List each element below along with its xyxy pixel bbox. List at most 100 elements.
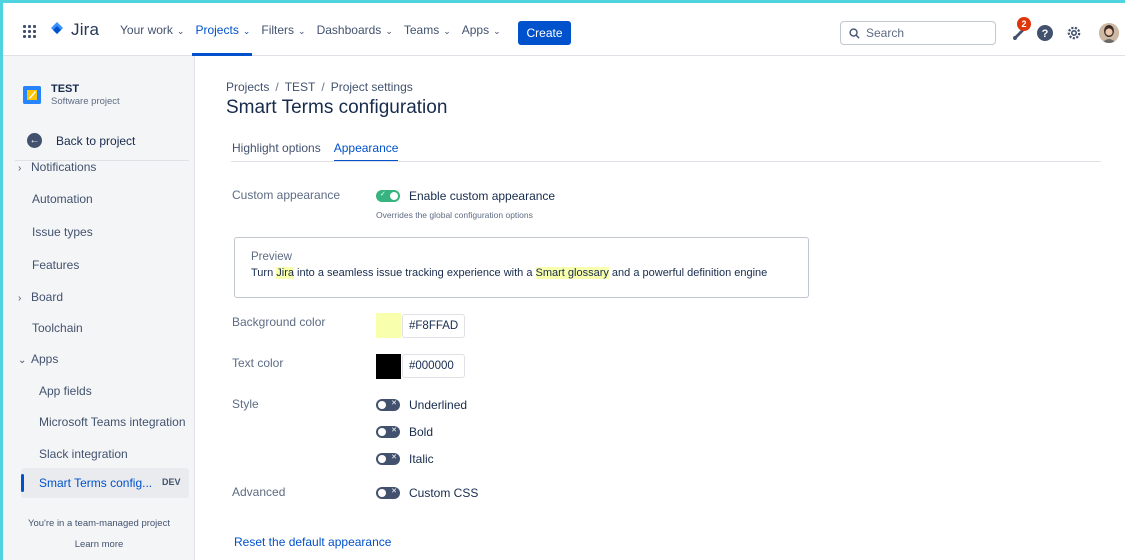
sidebar-item-teams-integration[interactable]: Microsoft Teams integration — [39, 415, 186, 429]
arrow-left-icon: ← — [27, 133, 42, 148]
close-icon: ✕ — [391, 454, 397, 461]
preview-text-part: into a seamless issue tracking experienc… — [294, 267, 536, 279]
nav-teams[interactable]: Teams ⌄ — [404, 23, 451, 37]
nav-label: Projects — [195, 23, 239, 37]
text-color-label: Text color — [232, 356, 284, 370]
chevron-down-icon: ⌄ — [18, 355, 27, 366]
highlighted-term: Smart glossary — [535, 267, 609, 279]
jira-logo[interactable]: Jira — [49, 20, 99, 40]
project-name: TEST — [51, 83, 80, 95]
sidebar-item-label: Toolchain — [32, 321, 83, 335]
preview-text-part: Turn — [251, 267, 277, 279]
preview-label: Preview — [251, 251, 292, 263]
tab-bar: Highlight options Appearance — [232, 141, 399, 162]
custom-appearance-option: ✓ Enable custom appearance — [376, 189, 555, 203]
primary-nav: Your work ⌄ Projects ⌄ Filters ⌄ Dashboards… — [120, 23, 512, 37]
settings-button[interactable] — [1064, 23, 1084, 43]
italic-toggle[interactable]: ✕ — [376, 453, 400, 465]
breadcrumb: Projects / TEST / Project settings — [226, 80, 413, 94]
custom-appearance-help: Overrides the global configuration optio… — [376, 210, 533, 220]
chevron-down-icon: ⌄ — [176, 25, 185, 36]
sidebar-item-issue-types[interactable]: Issue types — [32, 225, 93, 239]
notifications-button[interactable]: 2 — [1009, 17, 1031, 43]
sidebar-item-apps[interactable]: ⌄ Apps — [18, 352, 58, 366]
svg-text:?: ? — [1042, 28, 1049, 40]
breadcrumb-test[interactable]: TEST — [285, 80, 316, 94]
nav-filters[interactable]: Filters ⌄ — [261, 23, 305, 37]
sidebar-item-features[interactable]: Features — [32, 258, 79, 272]
enable-custom-appearance-toggle[interactable]: ✓ — [376, 190, 400, 202]
project-header[interactable]: TEST Software project — [23, 83, 120, 107]
preview-panel: Preview Turn Jira into a seamless issue … — [234, 237, 809, 298]
sidebar-item-label: App fields — [39, 384, 92, 398]
advanced-label: Advanced — [232, 485, 286, 499]
text-color-swatch[interactable] — [376, 354, 401, 379]
bold-toggle[interactable]: ✕ — [376, 426, 400, 438]
app-window: Jira Your work ⌄ Projects ⌄ Filters ⌄ Dashb… — [3, 3, 1125, 560]
learn-more-link[interactable]: Learn more — [3, 539, 195, 550]
advanced-option-custom-css: ✕ Custom CSS — [376, 486, 478, 500]
sidebar-item-label: Issue types — [32, 225, 93, 239]
underlined-toggle[interactable]: ✕ — [376, 399, 400, 411]
sidebar-item-label: Apps — [31, 352, 59, 366]
toggle-label: Bold — [409, 425, 434, 439]
nav-dashboards[interactable]: Dashboards ⌄ — [317, 23, 393, 37]
sidebar-item-automation[interactable]: Automation — [32, 192, 93, 206]
search-input[interactable] — [866, 26, 986, 40]
style-option-bold: ✕ Bold — [376, 425, 433, 439]
chevron-right-icon: › — [18, 163, 22, 174]
toggle-label: Underlined — [409, 398, 468, 412]
background-color-input[interactable]: #F8FFAD — [402, 314, 465, 338]
breadcrumb-project-settings[interactable]: Project settings — [331, 80, 413, 94]
user-avatar-icon — [1099, 23, 1119, 43]
back-to-project-link[interactable]: ← Back to project — [27, 133, 135, 148]
sidebar-item-smart-terms[interactable]: Smart Terms config... DEV — [21, 468, 189, 498]
sidebar-item-notifications[interactable]: › Notifications — [18, 160, 96, 174]
chevron-down-icon: ⌄ — [493, 25, 501, 36]
sidebar-item-toolchain[interactable]: Toolchain — [32, 321, 83, 335]
highlighted-term: Jira — [276, 267, 294, 279]
create-button[interactable]: Create — [518, 21, 571, 45]
breadcrumb-projects[interactable]: Projects — [226, 80, 269, 94]
toggle-label: Custom CSS — [409, 486, 479, 500]
close-icon: ✕ — [391, 488, 397, 495]
sidebar-item-slack-integration[interactable]: Slack integration — [39, 447, 128, 461]
settings-icon — [1067, 26, 1081, 40]
app-switcher-icon[interactable] — [23, 25, 36, 38]
text-color-input[interactable]: #000000 — [402, 354, 465, 378]
sidebar-item-label: Smart Terms config... — [39, 476, 153, 490]
sidebar-item-label: Board — [31, 290, 64, 304]
help-button[interactable]: ? — [1035, 23, 1055, 43]
chevron-down-icon: ⌄ — [443, 25, 451, 36]
style-option-italic: ✕ Italic — [376, 452, 434, 466]
team-managed-note: You're in a team-managed project — [28, 518, 170, 529]
custom-css-toggle[interactable]: ✕ — [376, 487, 400, 499]
sidebar-item-board[interactable]: › Board — [18, 290, 63, 304]
breadcrumb-separator: / — [275, 80, 279, 94]
nav-apps[interactable]: Apps ⌄ — [462, 23, 501, 37]
nav-your-work[interactable]: Your work ⌄ — [120, 23, 184, 37]
sidebar-item-label: Microsoft Teams integration — [39, 415, 186, 429]
background-color-swatch[interactable] — [376, 313, 401, 338]
nav-label: Dashboards — [316, 23, 382, 37]
back-label: Back to project — [56, 133, 136, 148]
reset-default-appearance-link[interactable]: Reset the default appearance — [234, 535, 391, 549]
tab-highlight-options[interactable]: Highlight options — [232, 141, 321, 162]
chevron-down-icon: ⌄ — [385, 25, 393, 36]
style-label: Style — [232, 397, 259, 411]
search-box[interactable] — [840, 21, 996, 45]
avatar[interactable] — [1099, 23, 1119, 43]
top-navigation: Jira Your work ⌄ Projects ⌄ Filters ⌄ Dashb… — [3, 3, 1125, 56]
sidebar-item-label: Automation — [32, 192, 93, 206]
sidebar-item-app-fields[interactable]: App fields — [39, 384, 92, 398]
custom-appearance-label: Custom appearance — [232, 188, 341, 202]
preview-text: Turn Jira into a seamless issue tracking… — [251, 267, 808, 279]
main-content: Projects / TEST / Project settings Smart… — [195, 56, 1125, 560]
chevron-down-icon: ⌄ — [298, 25, 306, 36]
help-icon: ? — [1037, 25, 1053, 41]
nav-projects[interactable]: Projects ⌄ — [195, 23, 250, 37]
tab-appearance[interactable]: Appearance — [333, 141, 399, 162]
preview-text-part: and a powerful definition engine — [608, 267, 768, 279]
search-icon — [849, 27, 860, 39]
toggle-label: Enable custom appearance — [409, 189, 556, 203]
